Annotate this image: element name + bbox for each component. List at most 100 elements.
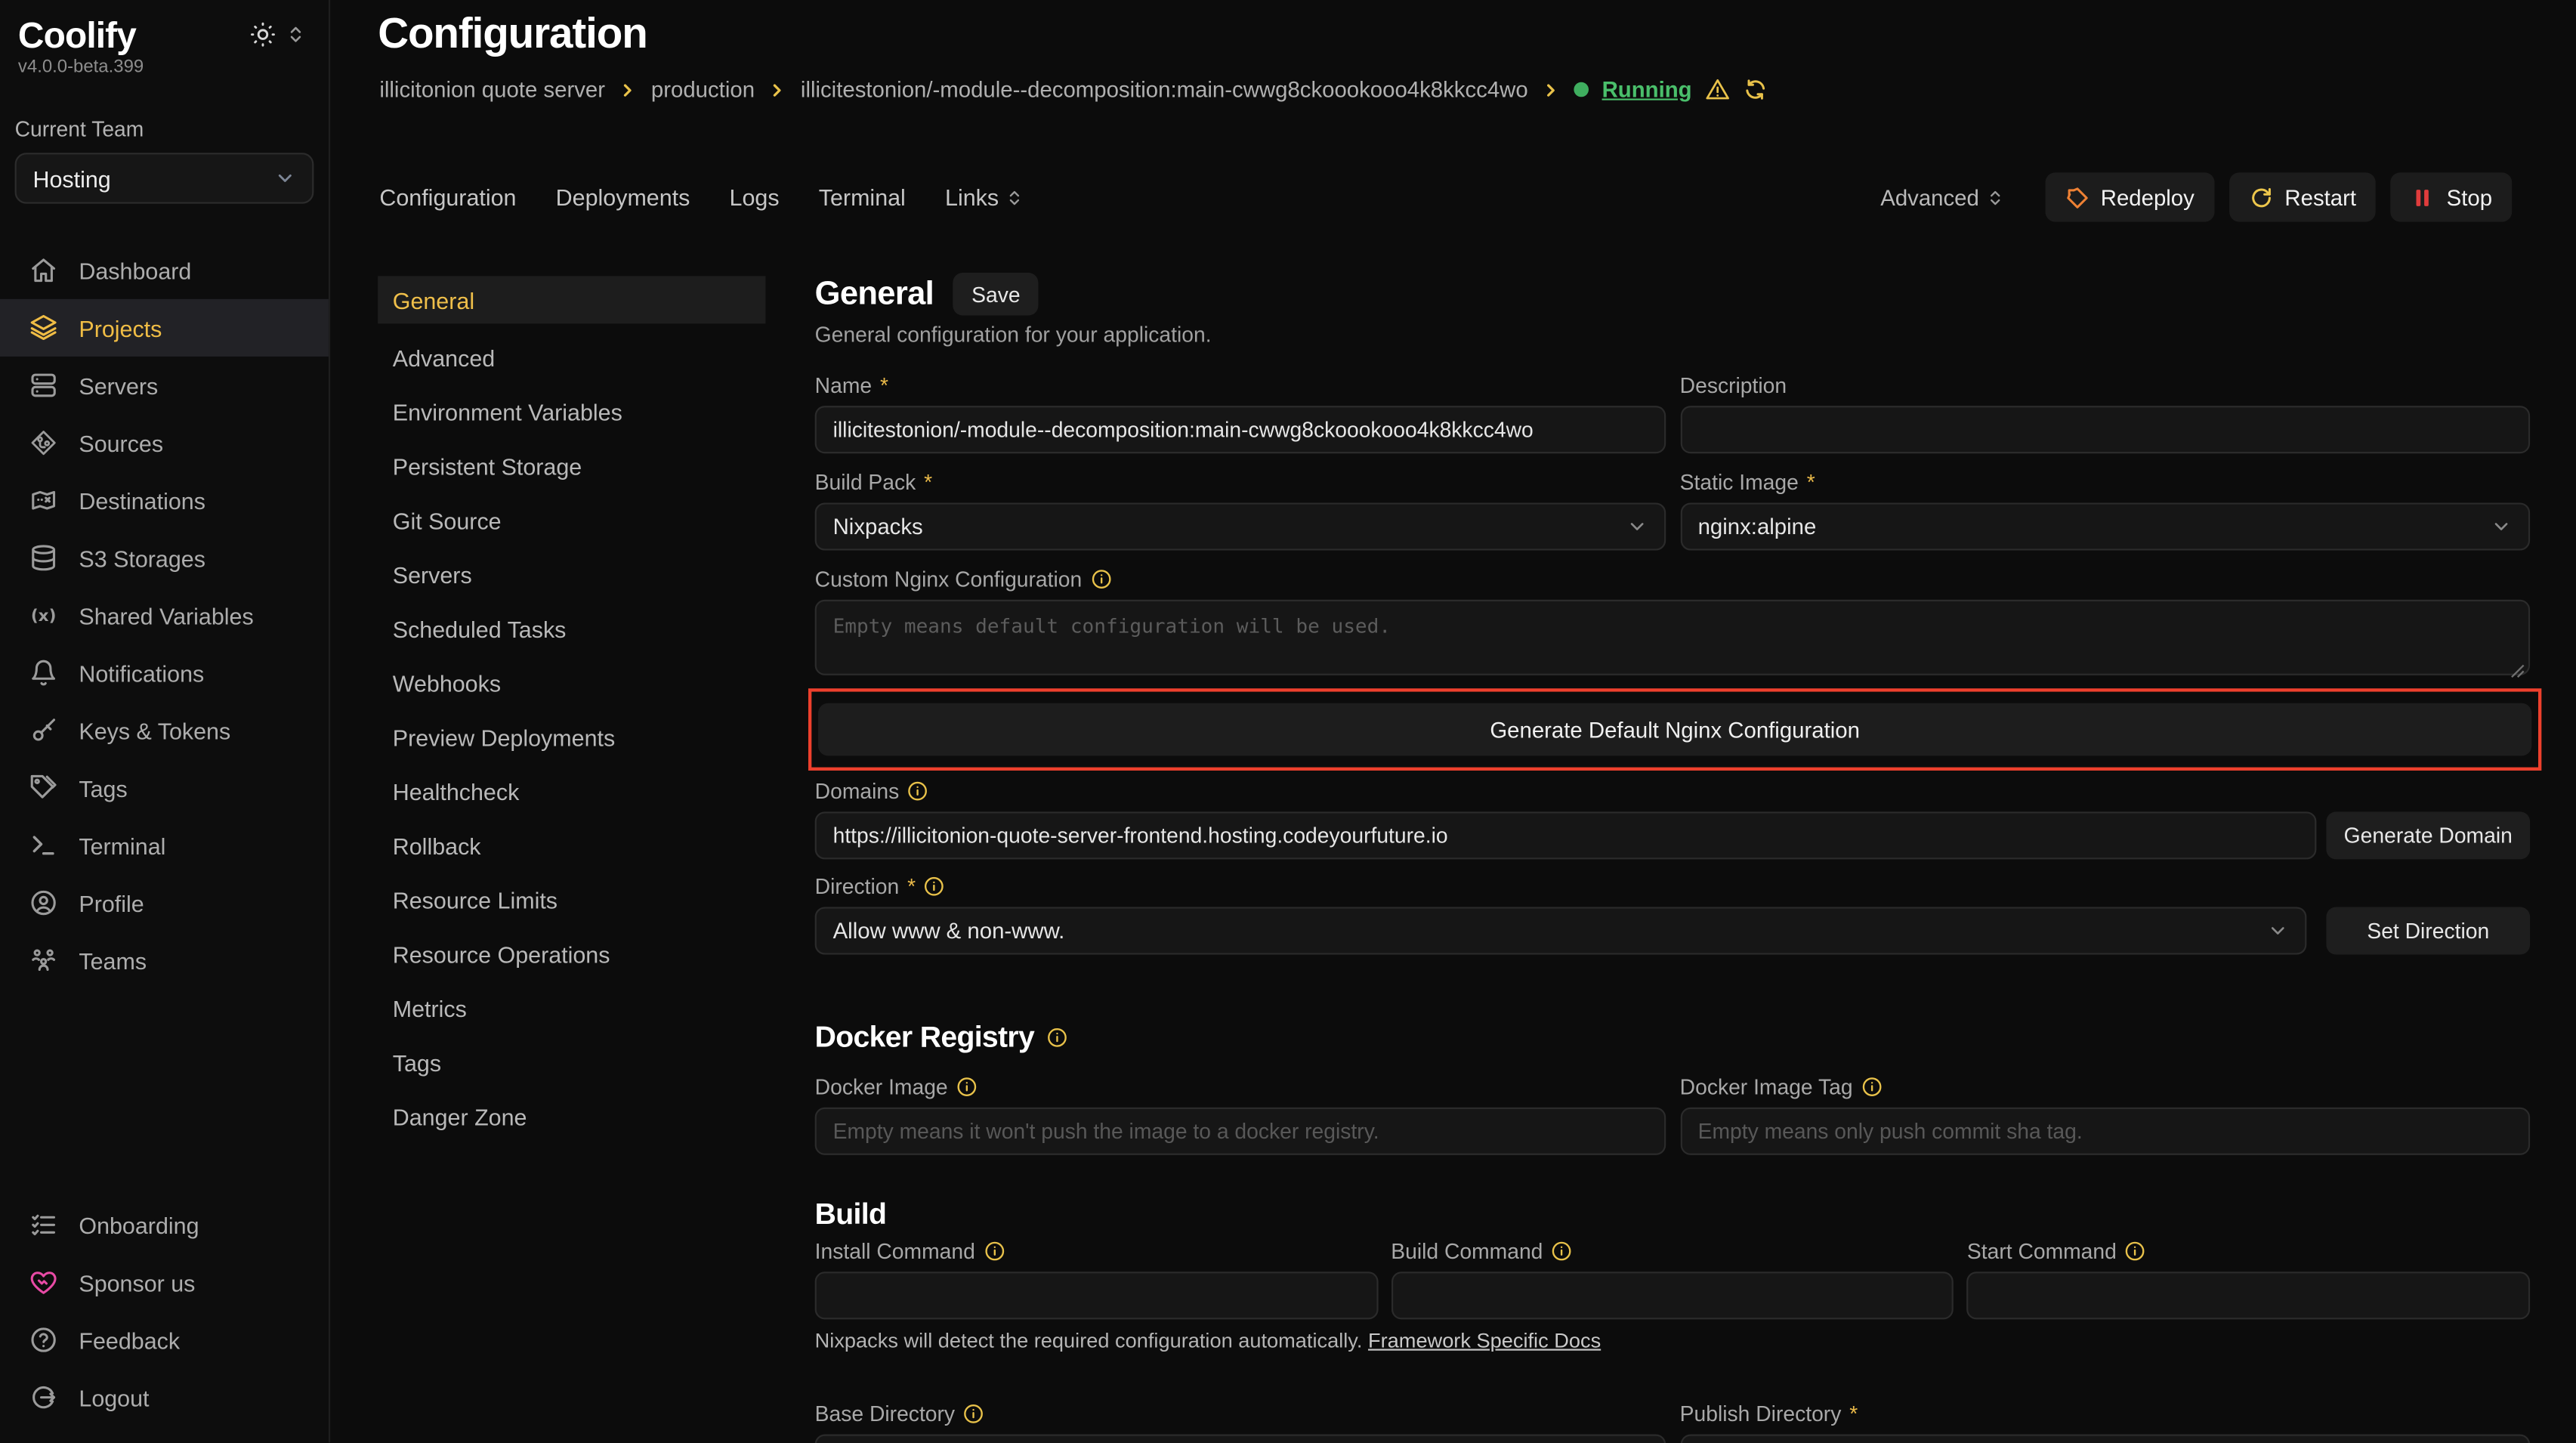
sidebar-item-dashboard[interactable]: Dashboard: [0, 242, 329, 299]
sidebar-item-sources[interactable]: Sources: [0, 414, 329, 471]
sidebar-item-terminal[interactable]: Terminal: [0, 817, 329, 874]
subnav-general[interactable]: General: [378, 276, 765, 323]
resize-handle[interactable]: [2510, 664, 2525, 679]
publish-directory-input[interactable]: [1680, 1435, 2530, 1443]
general-form: General Save General configuration for y…: [815, 273, 2530, 1443]
git-source-icon: [29, 429, 57, 457]
docker-image-label: Docker Image: [815, 1074, 948, 1099]
required-asterisk: *: [907, 874, 916, 899]
sidebar-item-label: Onboarding: [79, 1213, 199, 1239]
users-icon: [29, 947, 57, 975]
chevron-down-icon: [1626, 516, 1647, 537]
status-running-link[interactable]: Running: [1602, 77, 1692, 102]
sidebar-item-feedback[interactable]: Feedback: [0, 1312, 327, 1369]
domains-input[interactable]: [815, 811, 2317, 859]
sidebar-item-projects[interactable]: Projects: [0, 299, 329, 357]
sidebar-item-teams[interactable]: Teams: [0, 932, 329, 989]
server-icon: [29, 371, 57, 399]
sidebar-item-shared-variables[interactable]: (x) Shared Variables: [0, 586, 329, 644]
base-directory-label: Base Directory: [815, 1401, 955, 1426]
subnav-danger-zone[interactable]: Danger Zone: [378, 1089, 765, 1144]
static-image-select[interactable]: nginx:alpine: [1680, 502, 2530, 550]
start-command-input[interactable]: [1967, 1272, 2530, 1319]
sidebar-item-label: Dashboard: [79, 257, 191, 283]
sidebar-item-tags[interactable]: Tags: [0, 759, 329, 817]
redeploy-button[interactable]: Redeploy: [2045, 172, 2214, 221]
generate-nginx-config-button[interactable]: Generate Default Nginx Configuration: [818, 703, 2531, 756]
subnav-scheduled-tasks[interactable]: Scheduled Tasks: [378, 601, 765, 656]
install-command-input[interactable]: [815, 1272, 1378, 1319]
tab-deployments[interactable]: Deployments: [556, 184, 690, 211]
subnav-resource-limits[interactable]: Resource Limits: [378, 873, 765, 927]
chevron-right-icon: [618, 79, 638, 99]
subnav-servers[interactable]: Servers: [378, 547, 765, 601]
main-content: Configuration illicitonion quote server …: [330, 0, 2576, 1443]
description-input[interactable]: [1680, 406, 2530, 453]
sidebar-item-label: Terminal: [79, 833, 165, 859]
warning-triangle-icon: [1705, 77, 1730, 102]
sidebar-item-servers[interactable]: Servers: [0, 357, 329, 414]
user-circle-icon: [29, 889, 57, 917]
docker-image-tag-input[interactable]: [1680, 1108, 2530, 1155]
sidebar-item-s3-storages[interactable]: S3 Storages: [0, 529, 329, 586]
subnav-persistent-storage[interactable]: Persistent Storage: [378, 439, 765, 493]
build-command-input[interactable]: [1391, 1272, 1954, 1319]
sidebar-item-notifications[interactable]: Notifications: [0, 644, 329, 702]
sidebar-item-keys-tokens[interactable]: Keys & Tokens: [0, 702, 329, 759]
tab-links[interactable]: Links: [945, 184, 1024, 211]
theme-sun-icon[interactable]: [250, 21, 276, 48]
info-icon: [1090, 568, 1111, 589]
subnav-environment-variables[interactable]: Environment Variables: [378, 385, 765, 439]
checklist-icon: [29, 1211, 57, 1239]
subnav-rollback[interactable]: Rollback: [378, 818, 765, 873]
build-pack-select[interactable]: Nixpacks: [815, 502, 1665, 550]
chevron-down-icon: [2267, 920, 2288, 941]
sidebar-item-sponsor-us[interactable]: Sponsor us: [0, 1254, 327, 1312]
sidebar-item-label: Profile: [79, 890, 144, 916]
heart-hands-icon: [29, 1269, 57, 1297]
advanced-dropdown[interactable]: Advanced: [1880, 185, 2003, 210]
sidebar-item-label: Shared Variables: [79, 602, 253, 629]
sidebar-item-profile[interactable]: Profile: [0, 874, 329, 932]
subnav-advanced[interactable]: Advanced: [378, 330, 765, 385]
tab-logs[interactable]: Logs: [730, 184, 780, 211]
breadcrumb-resource[interactable]: illicitestonion/-module--decomposition:m…: [801, 77, 1528, 102]
sidebar-item-logout[interactable]: Logout: [0, 1369, 327, 1426]
subnav-resource-operations[interactable]: Resource Operations: [378, 927, 765, 981]
info-icon: [2125, 1241, 2146, 1262]
subnav-git-source[interactable]: Git Source: [378, 493, 765, 547]
theme-switcher-chevrons-icon[interactable]: [286, 25, 305, 45]
info-icon: [1551, 1241, 1572, 1262]
docker-image-input[interactable]: [815, 1108, 1665, 1155]
breadcrumb-environment[interactable]: production: [651, 77, 755, 102]
sidebar-item-label: S3 Storages: [79, 545, 205, 571]
direction-select[interactable]: Allow www & non-www.: [815, 907, 2307, 954]
breadcrumb-project[interactable]: illicitonion quote server: [379, 77, 605, 102]
subnav-metrics[interactable]: Metrics: [378, 981, 765, 1035]
team-select[interactable]: Hosting: [15, 153, 314, 203]
framework-docs-link[interactable]: Framework Specific Docs: [1368, 1329, 1601, 1352]
sidebar-item-destinations[interactable]: Destinations: [0, 471, 329, 529]
chevrons-up-down-icon: [1986, 188, 2004, 206]
restart-button[interactable]: Restart: [2229, 172, 2376, 221]
sidebar-item-onboarding[interactable]: Onboarding: [0, 1197, 327, 1254]
shared-variables-icon: (x): [29, 601, 57, 629]
stop-button[interactable]: Stop: [2391, 172, 2512, 221]
direction-label: Direction: [815, 874, 900, 899]
subnav-webhooks[interactable]: Webhooks: [378, 656, 765, 710]
tab-configuration[interactable]: Configuration: [379, 184, 516, 211]
subnav-healthcheck[interactable]: Healthcheck: [378, 764, 765, 818]
subnav-preview-deployments[interactable]: Preview Deployments: [378, 709, 765, 764]
name-input[interactable]: [815, 406, 1665, 453]
name-label: Name: [815, 373, 872, 398]
sidebar-item-label: Feedback: [79, 1327, 180, 1354]
generate-domain-button[interactable]: Generate Domain: [2326, 811, 2530, 859]
base-directory-input[interactable]: [815, 1435, 1665, 1443]
tab-terminal[interactable]: Terminal: [819, 184, 906, 211]
subnav-tags[interactable]: Tags: [378, 1035, 765, 1089]
refresh-icon[interactable]: [1743, 77, 1768, 102]
set-direction-button[interactable]: Set Direction: [2326, 907, 2530, 954]
save-button[interactable]: Save: [953, 273, 1038, 316]
nginx-config-textarea[interactable]: [815, 600, 2530, 675]
info-icon: [984, 1241, 1005, 1262]
